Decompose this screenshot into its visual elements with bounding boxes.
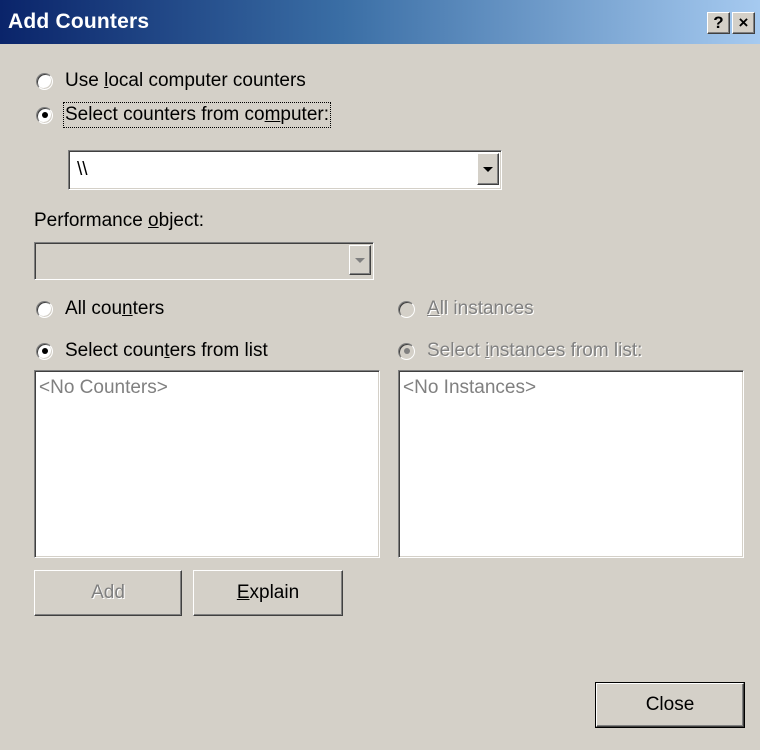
explain-button[interactable]: Explain bbox=[193, 570, 343, 616]
select-counters-from-list-label: Select counters from list bbox=[65, 340, 268, 361]
computer-value: \\ bbox=[77, 159, 88, 180]
select-from-computer-label: Select counters from computer: bbox=[62, 102, 332, 128]
computer-dropdown-button[interactable] bbox=[477, 153, 499, 185]
select-from-computer-option[interactable]: Select counters from computer: bbox=[36, 102, 332, 128]
all-counters-label: All counters bbox=[65, 298, 165, 319]
close-window-button[interactable]: × bbox=[732, 12, 755, 34]
select-from-computer-radio[interactable] bbox=[36, 106, 53, 124]
all-instances-label: All instances bbox=[427, 298, 534, 319]
performance-object-label: Performance object: bbox=[34, 210, 205, 231]
close-button[interactable]: Close bbox=[595, 682, 745, 728]
window-title: Add Counters bbox=[8, 10, 150, 33]
performance-object-combobox[interactable] bbox=[34, 242, 374, 280]
select-instances-from-list-option[interactable]: Select instances from list: bbox=[398, 338, 642, 364]
chevron-down-icon bbox=[483, 166, 493, 172]
add-button[interactable]: Add bbox=[34, 570, 182, 616]
list-item: <No Counters> bbox=[39, 377, 168, 398]
all-instances-option[interactable]: All instances bbox=[398, 296, 534, 322]
select-counters-from-list-radio[interactable] bbox=[36, 342, 53, 360]
select-counters-from-list-option[interactable]: Select counters from list bbox=[36, 338, 268, 364]
instances-listbox[interactable]: <No Instances> bbox=[398, 370, 744, 558]
all-counters-option[interactable]: All counters bbox=[36, 296, 164, 322]
counters-listbox[interactable]: <No Counters> bbox=[34, 370, 380, 558]
all-instances-radio[interactable] bbox=[398, 300, 415, 318]
select-instances-from-list-radio[interactable] bbox=[398, 342, 415, 360]
select-instances-from-list-label: Select instances from list: bbox=[427, 340, 643, 361]
use-local-counters-option[interactable]: Use local computer counters bbox=[36, 68, 306, 94]
use-local-label: Use local computer counters bbox=[65, 70, 306, 91]
all-counters-radio[interactable] bbox=[36, 300, 53, 318]
help-button[interactable]: ? bbox=[707, 12, 730, 34]
chevron-down-icon bbox=[355, 257, 365, 263]
computer-combobox[interactable]: \\ bbox=[68, 150, 502, 190]
use-local-radio[interactable] bbox=[36, 72, 53, 90]
performance-object-dropdown-button[interactable] bbox=[349, 245, 371, 275]
list-item: <No Instances> bbox=[403, 377, 537, 398]
